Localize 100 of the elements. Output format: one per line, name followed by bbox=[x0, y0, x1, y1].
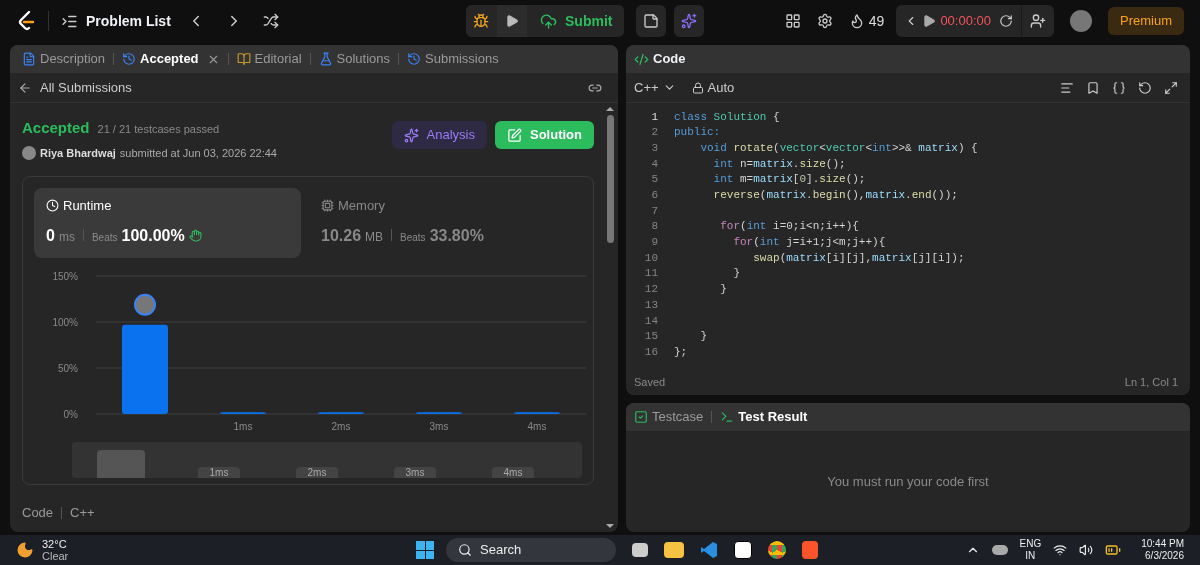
line-number: 5 bbox=[650, 172, 658, 188]
settings-icon[interactable] bbox=[816, 13, 833, 29]
expand-icon[interactable] bbox=[1164, 80, 1178, 95]
book-icon bbox=[236, 52, 251, 66]
history-icon bbox=[122, 52, 137, 66]
code-line: }; bbox=[674, 344, 688, 360]
x-axis-label: 1ms bbox=[233, 421, 253, 432]
code-line: } bbox=[719, 282, 727, 298]
panel-tab[interactable]: Editorial bbox=[232, 49, 306, 69]
premium-button[interactable]: Premium bbox=[1108, 7, 1184, 35]
wifi-icon[interactable] bbox=[1053, 543, 1068, 557]
cursor-position: Ln 1, Col 1 bbox=[1124, 374, 1178, 390]
mode-label: Auto bbox=[707, 78, 735, 97]
document-icon bbox=[22, 52, 36, 66]
scrollbar[interactable] bbox=[606, 107, 614, 528]
region-text[interactable]: IN bbox=[1025, 550, 1036, 562]
stat-unit: ms bbox=[58, 228, 75, 246]
code-line: } bbox=[732, 266, 740, 282]
panel-tab[interactable]: Test Result bbox=[720, 407, 808, 427]
panel-tab[interactable]: Accepted bbox=[118, 49, 224, 69]
sparkle-icon bbox=[681, 13, 698, 29]
line-number: 1 bbox=[650, 109, 658, 125]
code-line: for(int i=0;i<n;i++){ bbox=[719, 219, 859, 235]
stat-tile[interactable]: Memory 10.26 MB Beats 33.80% bbox=[309, 188, 576, 258]
folder-icon[interactable] bbox=[664, 542, 684, 558]
note-button[interactable] bbox=[636, 5, 667, 37]
play-icon bbox=[505, 14, 519, 28]
panel-title: Code bbox=[653, 50, 686, 69]
add-user-icon[interactable] bbox=[1030, 13, 1046, 29]
user-avatar[interactable] bbox=[1070, 10, 1092, 32]
beats-label: Beats bbox=[400, 230, 426, 245]
all-submissions-link[interactable]: All Submissions bbox=[40, 77, 132, 98]
line-number: 3 bbox=[650, 140, 658, 156]
cloud-icon[interactable] bbox=[991, 545, 1008, 555]
shuffle-icon[interactable] bbox=[262, 13, 279, 29]
code-line: reverse(matrix.begin(),matrix.end()); bbox=[712, 188, 958, 204]
language-dropdown[interactable]: C++ bbox=[634, 77, 676, 98]
clock-date[interactable]: 6/3/2026 bbox=[1145, 550, 1184, 562]
x-axis-label: 3ms bbox=[429, 421, 449, 432]
y-axis-label: 50% bbox=[58, 363, 78, 374]
sparkle-button[interactable] bbox=[674, 5, 705, 37]
play-icon[interactable] bbox=[922, 14, 937, 28]
stat-title: Memory bbox=[338, 197, 385, 215]
task-view-icon[interactable] bbox=[632, 543, 648, 557]
x-axis-label: 2ms bbox=[331, 421, 351, 432]
chip-icon bbox=[321, 199, 334, 213]
undo-icon[interactable] bbox=[1138, 80, 1152, 95]
editor-app-icon[interactable] bbox=[700, 541, 718, 559]
panel-tab[interactable]: Solutions bbox=[314, 49, 394, 69]
layout-icon[interactable] bbox=[784, 13, 801, 29]
back-icon[interactable] bbox=[18, 80, 32, 95]
bug-icon bbox=[473, 13, 489, 29]
analysis-button[interactable]: Analysis bbox=[391, 121, 487, 149]
overview-label: 4ms bbox=[491, 467, 535, 478]
overview-label: 1ms bbox=[197, 467, 241, 478]
format-icon[interactable] bbox=[1060, 80, 1074, 95]
clock-time[interactable]: 10:44 PM bbox=[1141, 538, 1184, 550]
taskbar-search[interactable]: Search bbox=[446, 538, 616, 562]
line-number: 13 bbox=[643, 297, 658, 313]
beats-value: 33.80% bbox=[429, 225, 484, 246]
logo-icon[interactable] bbox=[16, 10, 36, 32]
battery-icon[interactable] bbox=[1105, 542, 1122, 558]
timer-text: 00:00:00 bbox=[940, 12, 991, 31]
line-number: 11 bbox=[643, 266, 658, 282]
timer-control[interactable]: 00:00:00 bbox=[896, 5, 1054, 37]
stat-tile[interactable]: Runtime 0 ms Beats 100.00% bbox=[34, 188, 301, 258]
browser-icon[interactable] bbox=[768, 541, 786, 559]
line-number: 15 bbox=[643, 329, 658, 345]
braces-icon[interactable] bbox=[1112, 80, 1126, 95]
run-button[interactable] bbox=[497, 5, 527, 37]
windows-start-icon[interactable] bbox=[416, 541, 434, 559]
note-icon bbox=[643, 13, 660, 29]
y-axis-label: 150% bbox=[52, 271, 78, 282]
status-text: Accepted bbox=[22, 118, 90, 138]
code-line: int m=matrix[0].size(); bbox=[712, 172, 866, 188]
y-axis-label: 100% bbox=[52, 317, 78, 328]
user-name[interactable]: Riya Bhardwaj bbox=[40, 144, 116, 161]
panel-tab[interactable]: Testcase bbox=[634, 407, 704, 427]
temperature-text: 32°C bbox=[42, 538, 68, 550]
panel-tab[interactable]: Description bbox=[18, 49, 110, 69]
reset-icon[interactable] bbox=[999, 14, 1013, 28]
volume-icon[interactable] bbox=[1079, 543, 1094, 557]
beats-value: 100.00% bbox=[121, 225, 185, 246]
code-line: swap(matrix[i][j],matrix[j][i]); bbox=[752, 250, 965, 266]
problem-list-button[interactable]: Problem List bbox=[61, 10, 171, 32]
save-status: Saved bbox=[634, 374, 666, 390]
notes-app-icon[interactable] bbox=[734, 541, 752, 559]
code-line: } bbox=[699, 329, 707, 345]
code-line: public: bbox=[674, 125, 721, 141]
language-text[interactable]: ENG bbox=[1019, 538, 1042, 550]
panel-tab[interactable]: Submissions bbox=[403, 49, 503, 69]
testcases-text: 21 / 21 testcases passed bbox=[97, 122, 220, 137]
lock-icon bbox=[691, 81, 704, 94]
overview-label: 3ms bbox=[393, 467, 437, 478]
bookmark-icon[interactable] bbox=[1086, 80, 1100, 95]
empty-message: You must run your code first bbox=[827, 472, 989, 491]
streak-count: 49 bbox=[868, 11, 885, 31]
y-axis-label: 0% bbox=[63, 409, 78, 420]
code-line: class Solution { bbox=[674, 109, 780, 125]
moon-icon bbox=[16, 541, 34, 559]
